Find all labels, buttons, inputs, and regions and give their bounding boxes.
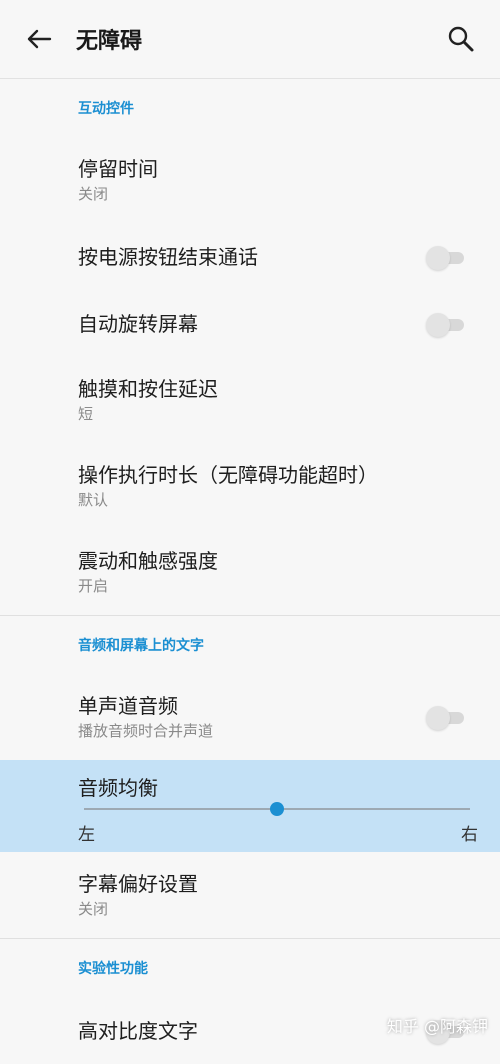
setting-auto-rotate[interactable]: 自动旋转屏幕 [0, 290, 500, 357]
setting-label: 自动旋转屏幕 [78, 311, 198, 336]
setting-audio-balance[interactable]: 音频均衡 左 右 [0, 760, 500, 852]
power-end-call-toggle[interactable] [426, 245, 466, 270]
setting-summary: 播放音频时合并声道 [78, 721, 214, 740]
setting-label: 停留时间 [78, 156, 158, 181]
setting-label: 触摸和按住延迟 [78, 376, 218, 401]
setting-label: 单声道音频 [78, 693, 178, 718]
section-header-experimental: 实验性功能 [78, 961, 148, 977]
search-icon [448, 26, 474, 52]
toggle-thumb [426, 245, 450, 270]
setting-mono-audio[interactable]: 单声道音频 播放音频时合并声道 [0, 674, 500, 760]
slider-thumb[interactable] [270, 802, 284, 816]
slider-right-label: 右 [461, 825, 478, 845]
setting-caption-prefs[interactable]: 字幕偏好设置 关闭 [0, 852, 500, 938]
toggle-thumb [426, 706, 450, 730]
slider-left-label: 左 [78, 825, 95, 845]
setting-power-end-call[interactable]: 按电源按钮结束通话 [0, 223, 500, 290]
setting-label: 操作执行时长（无障碍功能超时） [78, 462, 378, 487]
setting-action-timeout[interactable]: 操作执行时长（无障碍功能超时） 默认 [0, 443, 500, 529]
arrow-left-icon [27, 29, 52, 49]
watermark: 知乎 @阿森钾 [386, 1017, 488, 1036]
section-header-interaction: 互动控件 [78, 101, 134, 117]
setting-summary: 短 [78, 404, 94, 423]
app-bar: 无障碍 [0, 0, 500, 79]
setting-summary: 开启 [78, 576, 109, 595]
toggle-thumb [426, 312, 450, 337]
audio-balance-slider[interactable] [84, 802, 470, 816]
setting-summary: 默认 [78, 490, 109, 509]
setting-label: 字幕偏好设置 [78, 871, 198, 896]
setting-label: 音频均衡 [78, 776, 158, 800]
search-button[interactable] [444, 22, 478, 56]
setting-touch-hold-delay[interactable]: 触摸和按住延迟 短 [0, 357, 500, 443]
setting-vibration[interactable]: 震动和触感强度 开启 [0, 529, 500, 615]
setting-summary: 关闭 [78, 899, 109, 918]
back-button[interactable] [22, 22, 56, 56]
section-header-audio: 音频和屏幕上的文字 [78, 638, 204, 654]
auto-rotate-toggle[interactable] [426, 312, 466, 337]
setting-label: 按电源按钮结束通话 [78, 244, 258, 269]
setting-summary: 关闭 [78, 184, 109, 203]
mono-audio-toggle[interactable] [426, 706, 466, 730]
setting-dwell-time[interactable]: 停留时间 关闭 [0, 137, 500, 223]
page-title: 无障碍 [76, 29, 143, 54]
setting-label: 震动和触感强度 [78, 548, 218, 573]
